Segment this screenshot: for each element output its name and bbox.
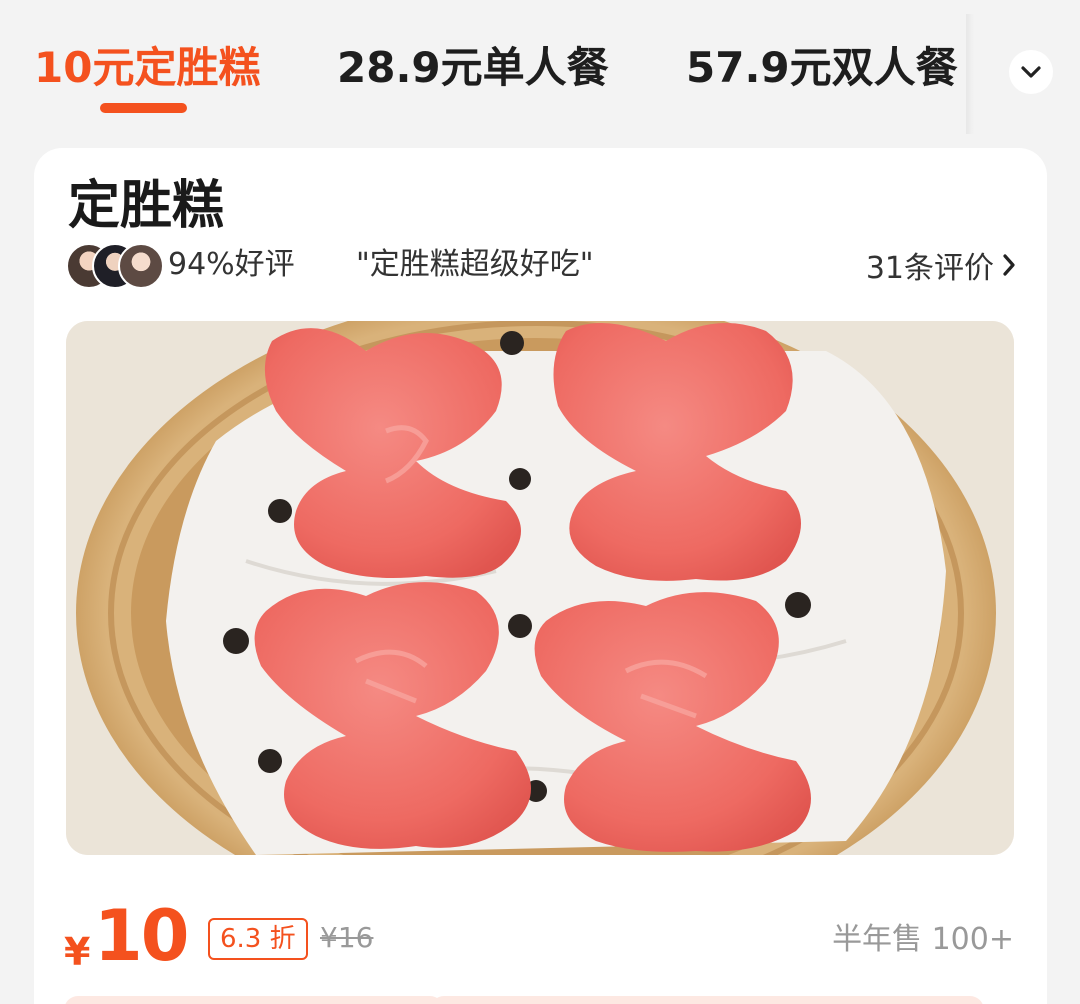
category-tabs: 10元定胜糕 28.9元单人餐 57.9元双人餐 [0,0,1080,134]
product-card[interactable]: 定胜糕 94%好评 "定胜糕超级好吃" 31条评价 ¥ 10 6.3 折 ¥16… [34,148,1047,1004]
expand-tabs-button[interactable] [1009,50,1053,94]
price-row: ¥ 10 6.3 折 ¥16 半年售 100+ [64,896,1014,976]
next-item-strip [64,996,444,1004]
active-tab-indicator [100,103,187,113]
chevron-right-icon [1003,254,1015,276]
review-quote: "定胜糕超级好吃" [356,247,594,282]
reviews-link[interactable]: 31条评价 [866,240,1016,290]
tab-single-meal[interactable]: 28.9元单人餐 [337,40,609,96]
review-summary: 94%好评 "定胜糕超级好吃" 31条评价 [66,240,1016,290]
positive-rating: 94%好评 [168,247,295,282]
chevron-down-icon [1021,66,1041,78]
steamer-cakes-illustration [66,321,1014,855]
review-count: 31条评价 [865,251,994,286]
sale-price: 10 [94,895,189,977]
discount-badge: 6.3 折 [208,918,308,960]
avatar [118,243,164,289]
tab-dingshenggao[interactable]: 10元定胜糕 [34,40,260,96]
product-photo[interactable] [66,321,1014,855]
original-price: ¥16 [320,921,374,954]
product-title: 定胜糕 [68,176,225,236]
next-item-strip [430,996,984,1004]
sales-count: 半年售 100+ [832,922,1014,957]
tab-scroll-fade [966,14,974,134]
tab-double-meal[interactable]: 57.9元双人餐 [686,40,958,96]
currency-symbol: ¥ [64,930,91,974]
reviewer-avatars [66,243,164,289]
